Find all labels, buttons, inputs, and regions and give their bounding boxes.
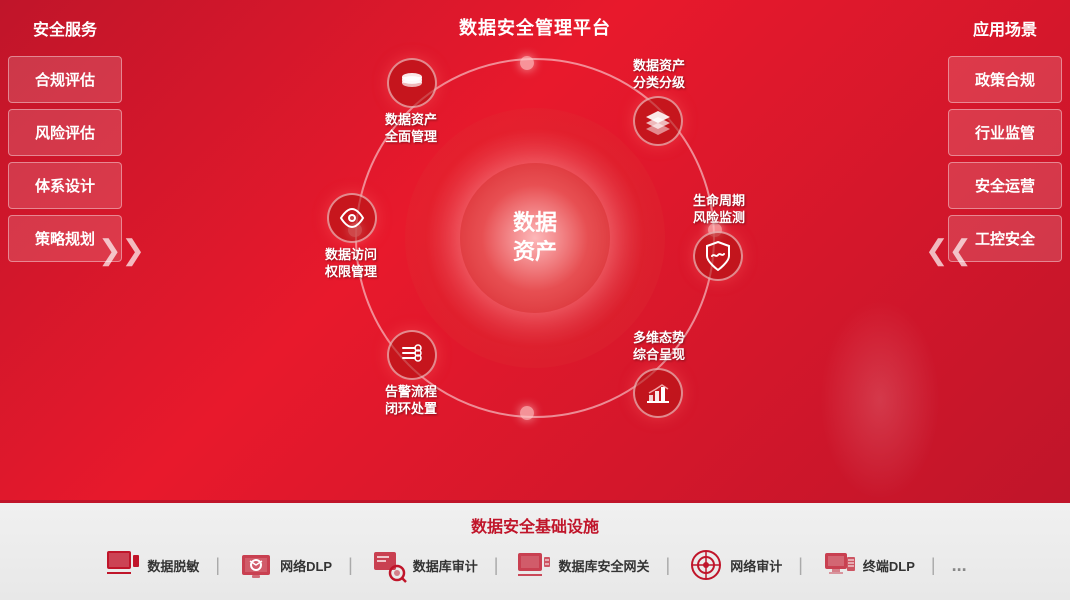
node-bot-right-label: 多维态势综合呈现 <box>633 330 685 364</box>
dot-bottom <box>520 406 534 420</box>
infra-item-5[interactable]: 终端DLP <box>819 545 915 585</box>
left-chevron-icon: ❯❯ <box>98 234 145 267</box>
main-container: 安全服务 合规评估 风险评估 体系设计 策略规划 ❯❯ 数据安全管理平台 数据 … <box>0 0 1070 600</box>
right-sidebar-btn-2[interactable]: 安全运营 <box>948 162 1062 209</box>
left-sidebar-title: 安全服务 <box>8 10 122 50</box>
infra-icon-0 <box>103 545 143 585</box>
infra-icon-3 <box>514 545 554 585</box>
right-sidebar: ❮❮ 应用场景 政策合规 行业监管 安全运营 工控安全 <box>940 0 1070 500</box>
infra-label-1: 网络DLP <box>280 556 332 575</box>
node-mid-right-label: 生命周期风险监测 <box>693 193 745 227</box>
node-mid-left: 数据访问权限管理 <box>325 193 377 281</box>
center-label: 数据 资产 <box>460 163 610 313</box>
divider-0: | <box>215 555 220 576</box>
sidebar-btn-1[interactable]: 风险评估 <box>8 109 122 156</box>
infra-item-1[interactable]: 网络DLP <box>236 545 332 585</box>
left-sidebar: 安全服务 合规评估 风险评估 体系设计 策略规划 ❯❯ <box>0 0 130 500</box>
node-mid-right: 生命周期风险监测 <box>693 193 745 281</box>
infra-label-5: 终端DLP <box>863 556 915 575</box>
node-bot-left-icon <box>387 330 437 380</box>
infra-label-2: 数据库审计 <box>413 556 478 575</box>
node-top-right-icon <box>633 96 683 146</box>
divider-3: | <box>666 555 671 576</box>
infra-icon-5 <box>819 545 859 585</box>
infra-items: 数据脱敏 | 网络DLP | <box>20 545 1050 585</box>
infra-item-2[interactable]: 数据库审计 <box>369 545 478 585</box>
right-sidebar-title: 应用场景 <box>948 10 1062 50</box>
right-sidebar-btn-1[interactable]: 行业监管 <box>948 109 1062 156</box>
bottom-title: 数据安全基础设施 <box>20 513 1050 537</box>
sidebar-btn-2[interactable]: 体系设计 <box>8 162 122 209</box>
divider-4: | <box>798 555 803 576</box>
node-bot-left: 告警流程闭环处置 <box>385 330 437 418</box>
node-bot-right: 多维态势综合呈现 <box>633 330 685 418</box>
center-platform: 数据安全管理平台 数据 资产 <box>130 0 940 500</box>
node-top-left: 数据资产全面管理 <box>385 58 437 146</box>
right-sidebar-btn-0[interactable]: 政策合规 <box>948 56 1062 103</box>
divider-2: | <box>494 555 499 576</box>
infra-label-more: ... <box>952 555 967 576</box>
infra-label-0: 数据脱敏 <box>147 556 199 575</box>
infra-icon-4 <box>686 545 726 585</box>
node-top-right: 数据资产分类分级 <box>633 58 685 146</box>
node-mid-left-label: 数据访问权限管理 <box>325 247 377 281</box>
node-top-left-label: 数据资产全面管理 <box>385 112 437 146</box>
infra-label-3: 数据库安全网关 <box>558 556 649 575</box>
node-top-left-icon <box>387 58 437 108</box>
infra-label-4: 网络审计 <box>730 556 782 575</box>
infra-item-4[interactable]: 网络审计 <box>686 545 782 585</box>
node-mid-left-icon <box>327 193 377 243</box>
platform-title: 数据安全管理平台 <box>459 6 611 44</box>
node-mid-right-icon <box>693 231 743 281</box>
top-section: 安全服务 合规评估 风险评估 体系设计 策略规划 ❯❯ 数据安全管理平台 数据 … <box>0 0 1070 500</box>
infra-item-more[interactable]: ... <box>952 555 967 576</box>
circle-diagram: 数据 资产 <box>345 48 725 428</box>
infra-icon-2 <box>369 545 409 585</box>
sidebar-btn-0[interactable]: 合规评估 <box>8 56 122 103</box>
dot-top <box>520 56 534 70</box>
node-bot-left-label: 告警流程闭环处置 <box>385 384 437 418</box>
node-top-right-label: 数据资产分类分级 <box>633 58 685 92</box>
divider-1: | <box>348 555 353 576</box>
infra-icon-1 <box>236 545 276 585</box>
infra-item-0[interactable]: 数据脱敏 <box>103 545 199 585</box>
divider-5: | <box>931 555 936 576</box>
bottom-section: 数据安全基础设施 数据脱敏 | <box>0 500 1070 600</box>
node-bot-right-icon <box>633 368 683 418</box>
right-chevron-icon: ❮❮ <box>925 234 972 267</box>
infra-item-3[interactable]: 数据库安全网关 <box>514 545 649 585</box>
